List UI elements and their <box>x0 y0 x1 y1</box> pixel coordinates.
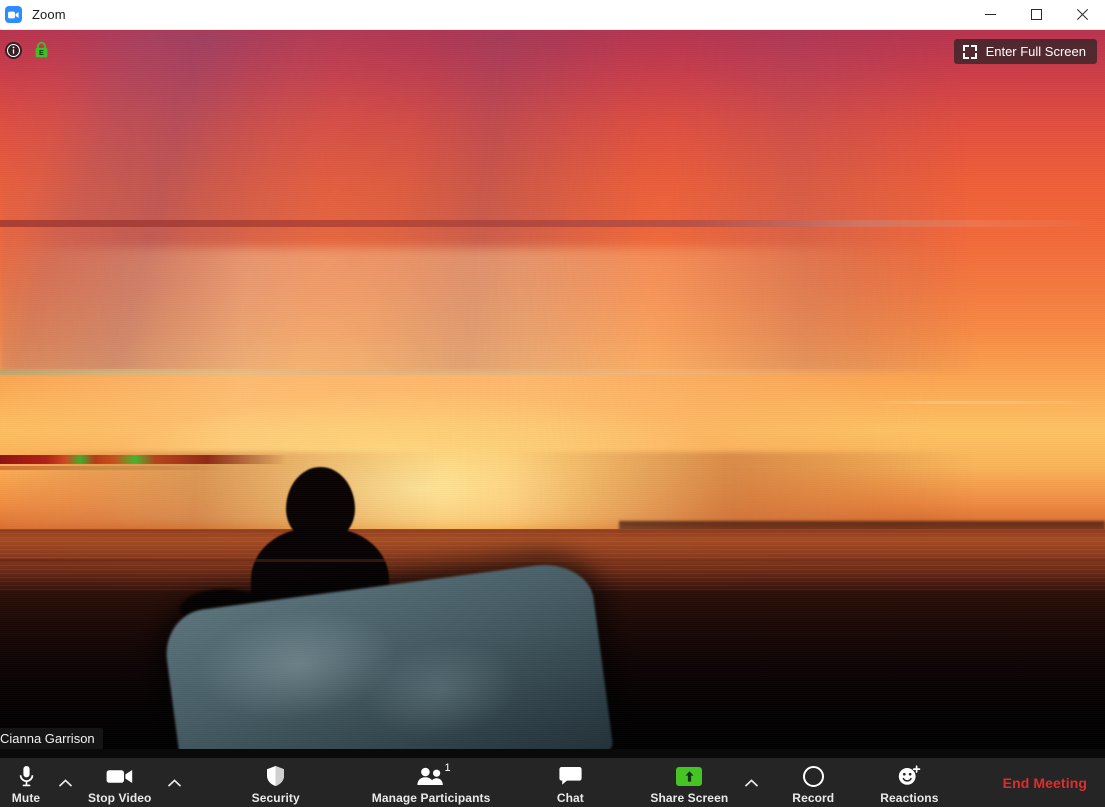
zoom-camera-icon <box>5 6 22 23</box>
expand-corners-icon <box>963 45 977 59</box>
reactions-label: Reactions <box>880 791 938 805</box>
maximize-icon[interactable] <box>1013 0 1059 30</box>
svg-text:E: E <box>39 48 44 57</box>
chat-bubble-icon <box>559 764 582 788</box>
security-label: Security <box>252 791 300 805</box>
share-options-chevron-up-icon[interactable] <box>738 768 764 798</box>
zoom-meeting-window: Zoom <box>0 0 1105 807</box>
enter-fullscreen-button[interactable]: Enter Full Screen <box>954 39 1097 64</box>
record-label: Record <box>792 791 834 805</box>
record-button[interactable]: Record <box>782 758 844 805</box>
security-button[interactable]: Security <box>242 758 310 805</box>
manage-participants-button[interactable]: 1 Manage Participants <box>362 758 501 805</box>
reactions-button[interactable]: Reactions <box>870 758 948 805</box>
shield-icon <box>266 764 285 788</box>
toolbar-center-group: Security 1 Manage Participants <box>187 758 1002 805</box>
share-screen-button[interactable]: Share Screen <box>640 758 738 805</box>
meeting-status-icons: E <box>5 41 49 59</box>
record-circle-icon <box>803 764 824 788</box>
video-stage[interactable]: E Enter Full Screen Cianna Garrison <box>0 30 1105 758</box>
info-icon[interactable] <box>5 42 22 59</box>
smiley-plus-icon <box>897 764 921 788</box>
end-meeting-button[interactable]: End Meeting <box>1003 775 1087 791</box>
participants-count-badge: 1 <box>444 762 450 774</box>
meeting-toolbar: Mute Stop Video <box>0 758 1105 807</box>
share-screen-label: Share Screen <box>650 791 728 805</box>
mute-button[interactable]: Mute <box>0 758 52 805</box>
toolbar-left-group: Mute Stop Video <box>0 758 187 805</box>
green-lock-encrypted-icon[interactable]: E <box>34 41 49 59</box>
video-options-chevron-up-icon[interactable] <box>161 768 187 798</box>
stop-video-label: Stop Video <box>88 791 151 805</box>
minimize-icon[interactable] <box>967 0 1013 30</box>
people-icon: 1 <box>416 764 447 788</box>
toolbar-right-group: End Meeting <box>1003 758 1105 807</box>
chat-button[interactable]: Chat <box>544 758 596 805</box>
close-icon[interactable] <box>1059 0 1105 30</box>
title-bar: Zoom <box>0 0 1105 30</box>
window-title: Zoom <box>32 7 66 22</box>
video-camera-icon <box>106 764 133 788</box>
stop-video-button[interactable]: Stop Video <box>78 758 161 805</box>
microphone-icon <box>18 764 35 788</box>
mute-options-chevron-up-icon[interactable] <box>52 768 78 798</box>
mute-label: Mute <box>12 791 40 805</box>
enter-fullscreen-label: Enter Full Screen <box>986 44 1086 59</box>
participant-name-label: Cianna Garrison <box>0 728 103 750</box>
share-arrow-up-icon <box>676 764 702 788</box>
toolbar-top-strip <box>0 749 1105 758</box>
chat-label: Chat <box>557 791 584 805</box>
manage-participants-label: Manage Participants <box>372 791 491 805</box>
